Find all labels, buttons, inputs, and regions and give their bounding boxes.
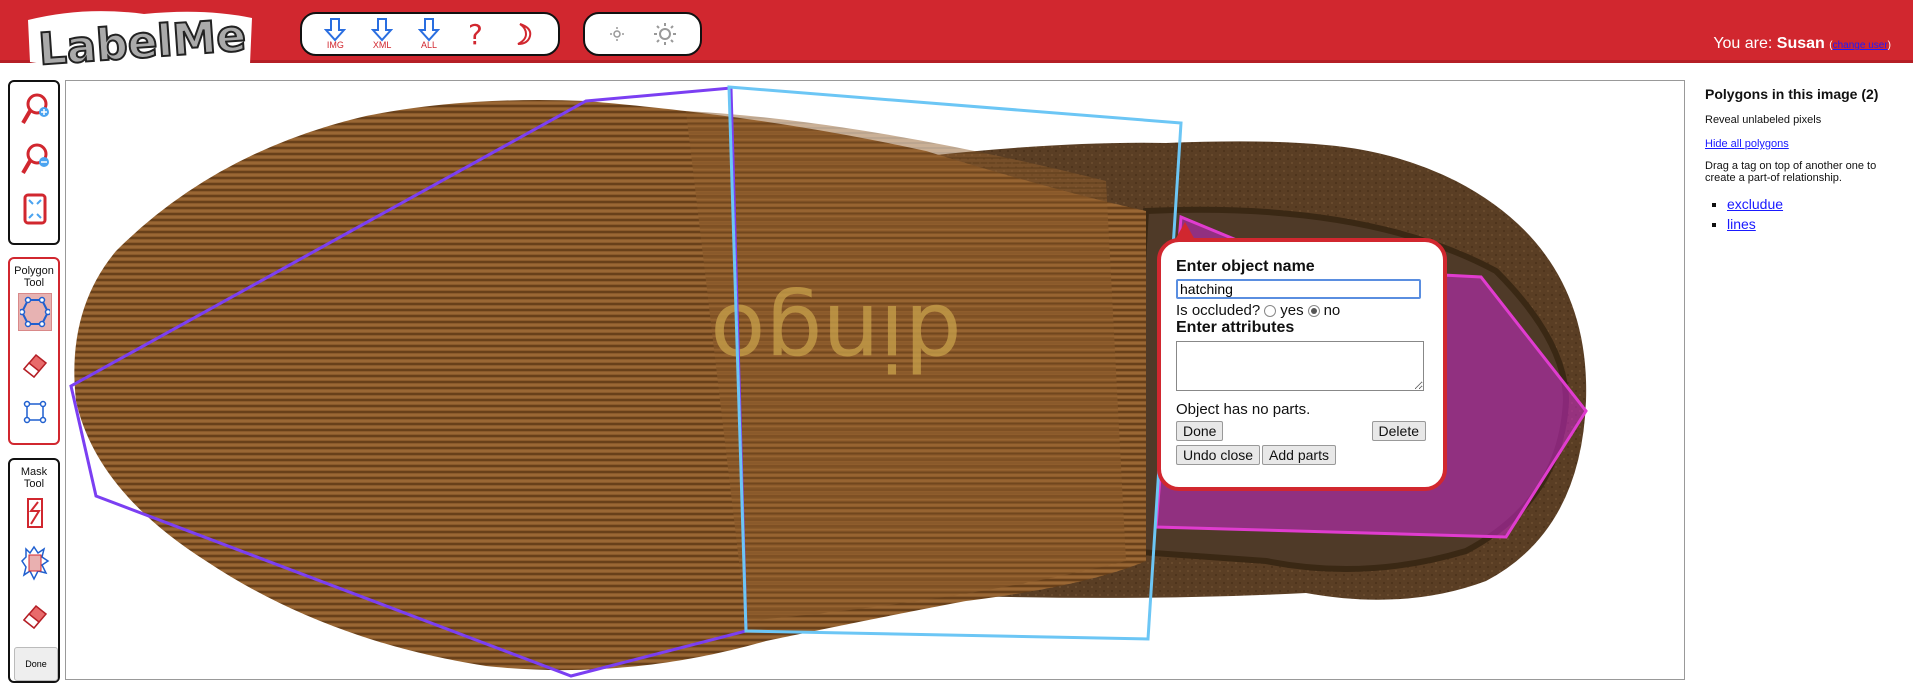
user-name: Susan <box>1776 35 1825 52</box>
occluded-label: Is occluded? <box>1176 302 1261 319</box>
down-arrow-icon <box>324 18 347 42</box>
moon-icon <box>517 23 531 45</box>
list-item: lines <box>1727 216 1905 232</box>
zoom-in-icon <box>21 93 49 125</box>
header-bar: LabelMe IMG XML ALL ? You are: Susan (ch… <box>0 0 1913 70</box>
bounding-box-icon <box>23 400 47 424</box>
erase-polygon-button[interactable] <box>18 345 52 383</box>
brightness-down-button[interactable] <box>607 24 627 44</box>
brush-icon <box>27 498 43 528</box>
img-label: IMG <box>326 40 344 50</box>
popup-title: Enter object name <box>1176 258 1315 275</box>
labelme-logo[interactable]: LabelMe <box>24 8 256 70</box>
zoom-out-icon <box>21 143 49 175</box>
occluded-no-radio[interactable] <box>1307 304 1320 317</box>
attributes-textarea[interactable] <box>1176 341 1424 391</box>
down-arrow-icon <box>417 18 440 42</box>
eraser-icon <box>22 604 48 630</box>
occluded-row: Is occluded? yes no <box>1176 302 1428 319</box>
mask-done-button[interactable]: Done <box>14 647 58 681</box>
parts-text: Object has no parts. <box>1176 401 1311 418</box>
polygon-icon <box>20 296 50 328</box>
hide-all-polygons-link[interactable]: Hide all polygons <box>1705 138 1789 150</box>
question-icon: ? <box>468 18 483 50</box>
undo-close-button[interactable]: Undo close <box>1176 445 1261 465</box>
download-img-button[interactable]: IMG <box>324 18 347 50</box>
user-info: You are: Susan (change user) <box>1713 35 1891 52</box>
download-all-button[interactable]: ALL <box>417 18 440 50</box>
attributes-title: Enter attributes <box>1176 319 1295 336</box>
object-name-popup: Enter object name Is occluded? yes no En… <box>1157 238 1447 491</box>
polygon-list: excludue lines <box>1705 196 1905 232</box>
polygon-list-title: Polygons in this image (2) <box>1705 86 1879 102</box>
eraser-icon <box>22 353 48 379</box>
help-button[interactable]: ? <box>465 18 487 50</box>
xml-label: XML <box>372 40 392 50</box>
mask-tool-panel: Mask Tool Done <box>8 458 60 683</box>
download-xml-button[interactable]: XML <box>371 18 394 50</box>
zoom-out-button[interactable] <box>18 140 52 178</box>
polygon-tool-panel: Polygon Tool <box>8 257 60 445</box>
occluded-yes-radio[interactable] <box>1264 304 1277 317</box>
sole-brand-stamp: dingo <box>710 284 961 389</box>
brightness-up-button[interactable] <box>652 21 678 47</box>
download-toolbox: IMG XML ALL ? <box>300 12 560 56</box>
polygon-tool-title: Polygon Tool <box>14 265 54 289</box>
fit-screen-icon <box>23 193 47 225</box>
occluded-yes-label: yes <box>1280 302 1304 319</box>
done-button[interactable]: Done <box>1176 421 1224 441</box>
delete-button[interactable]: Delete <box>1371 421 1426 441</box>
list-item: excludue <box>1727 196 1905 212</box>
mask-eraser-button[interactable] <box>18 596 52 634</box>
object-name-input[interactable] <box>1176 279 1421 299</box>
polygon-link-excludue[interactable]: excludue <box>1727 196 1783 212</box>
segment-icon <box>21 545 50 581</box>
down-arrow-icon <box>371 18 394 42</box>
fit-image-button[interactable] <box>18 190 52 228</box>
night-mode-button[interactable] <box>512 20 536 48</box>
svg-text:?: ? <box>468 18 483 50</box>
user-prefix: You are: <box>1713 35 1773 52</box>
polygon-tool-button[interactable] <box>18 293 52 331</box>
polygon-link-lines[interactable]: lines <box>1727 216 1756 232</box>
change-user-link[interactable]: change user <box>1833 40 1888 51</box>
polygon-list-panel: Polygons in this image (2) Reveal unlabe… <box>1705 86 1905 236</box>
zoom-panel <box>8 80 60 245</box>
reveal-unlabeled-text[interactable]: Reveal unlabeled pixels <box>1705 114 1905 126</box>
add-parts-button[interactable]: Add parts <box>1262 445 1336 465</box>
occluded-no-label: no <box>1323 302 1341 319</box>
mask-brush-button[interactable] <box>18 494 52 532</box>
bbox-tool-button[interactable] <box>18 393 52 431</box>
drag-instructions: Drag a tag on top of another one to crea… <box>1705 160 1877 184</box>
sun-small-icon <box>610 27 625 41</box>
zoom-in-button[interactable] <box>18 90 52 128</box>
mask-segment-button[interactable] <box>18 544 52 582</box>
all-label: ALL <box>420 40 437 50</box>
brightness-toolbox <box>583 12 702 56</box>
mask-tool-title: Mask Tool <box>20 466 48 490</box>
sun-large-icon <box>653 23 676 45</box>
